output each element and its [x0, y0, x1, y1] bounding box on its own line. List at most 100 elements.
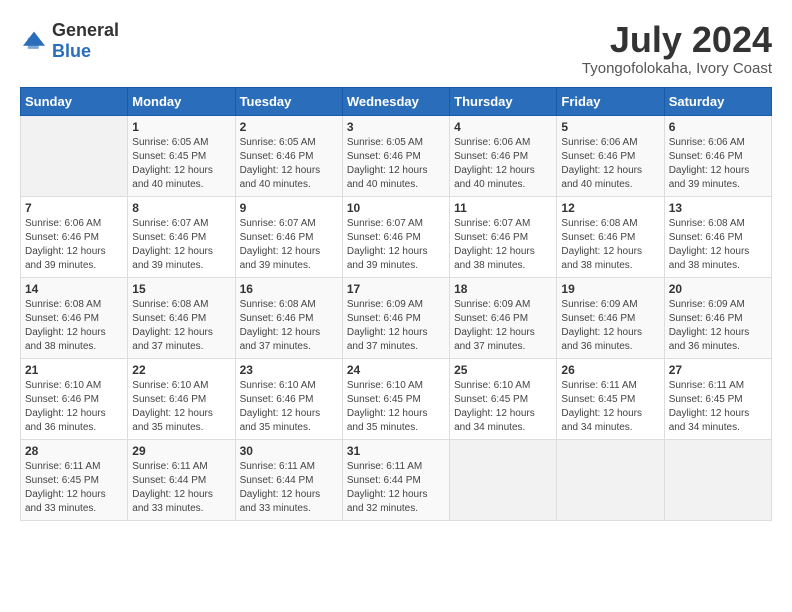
calendar-cell: 30Sunrise: 6:11 AMSunset: 6:44 PMDayligh… [235, 439, 342, 520]
calendar-cell: 24 Sunrise: 6:10 AMSunset: 6:45 PMDayligh… [342, 358, 449, 439]
day-info: Sunrise: 6:11 AMSunset: 6:44 PMDaylight:… [347, 460, 445, 516]
day-info: Sunrise: 6:06 AMSunset: 6:46 PMDaylight:… [561, 136, 659, 192]
day-info: Sunrise: 6:10 AMSunset: 6:46 PMDaylight:… [132, 379, 230, 435]
day-info: Sunrise: 6:08 AMSunset: 6:46 PMDaylight:… [132, 298, 230, 354]
day-number: 28 [25, 444, 123, 458]
calendar-cell: 20Sunrise: 6:09 AMSunset: 6:46 PMDayligh… [664, 277, 771, 358]
calendar-cell: 11 Sunrise: 6:07 AMSunset: 6:46 PMDayligh… [450, 196, 557, 277]
calendar-cell [450, 439, 557, 520]
calendar-cell: 17 Sunrise: 6:09 AMSunset: 6:46 PMDayligh… [342, 277, 449, 358]
day-number: 27 [669, 363, 767, 377]
page-header: General Blue July 2024 Tyongofolokaha, I… [20, 20, 772, 77]
calendar-cell: 27 Sunrise: 6:11 AMSunset: 6:45 PMDayligh… [664, 358, 771, 439]
header-friday: Friday [557, 87, 664, 115]
logo-text: General Blue [52, 20, 119, 62]
day-info: Sunrise: 6:11 AMSunset: 6:45 PMDaylight:… [561, 379, 659, 435]
calendar-week-4: 28 Sunrise: 6:11 AMSunset: 6:45 PMDayligh… [21, 439, 772, 520]
day-info: Sunrise: 6:08 AMSunset: 6:46 PMDaylight:… [240, 298, 338, 354]
calendar-body: 1Sunrise: 6:05 AMSunset: 6:45 PMDaylight… [21, 115, 772, 520]
day-number: 31 [347, 444, 445, 458]
calendar-cell: 22 Sunrise: 6:10 AMSunset: 6:46 PMDayligh… [128, 358, 235, 439]
day-info: Sunrise: 6:07 AMSunset: 6:46 PMDaylight:… [454, 217, 552, 273]
day-info: Sunrise: 6:06 AMSunset: 6:46 PMDaylight:… [25, 217, 123, 273]
calendar-cell: 2Sunrise: 6:05 AMSunset: 6:46 PMDaylight… [235, 115, 342, 196]
header-thursday: Thursday [450, 87, 557, 115]
day-number: 18 [454, 282, 552, 296]
day-info: Sunrise: 6:09 AMSunset: 6:46 PMDaylight:… [561, 298, 659, 354]
day-number: 2 [240, 120, 338, 134]
header-tuesday: Tuesday [235, 87, 342, 115]
day-number: 12 [561, 201, 659, 215]
day-number: 24 [347, 363, 445, 377]
day-number: 4 [454, 120, 552, 134]
calendar-cell: 9Sunrise: 6:07 AMSunset: 6:46 PMDaylight… [235, 196, 342, 277]
day-number: 5 [561, 120, 659, 134]
calendar-cell: 1Sunrise: 6:05 AMSunset: 6:45 PMDaylight… [128, 115, 235, 196]
day-info: Sunrise: 6:09 AMSunset: 6:46 PMDaylight:… [347, 298, 445, 354]
day-number: 22 [132, 363, 230, 377]
logo-general: General [52, 20, 119, 40]
day-info: Sunrise: 6:11 AMSunset: 6:44 PMDaylight:… [240, 460, 338, 516]
header-wednesday: Wednesday [342, 87, 449, 115]
calendar-cell: 15 Sunrise: 6:08 AMSunset: 6:46 PMDayligh… [128, 277, 235, 358]
day-info: Sunrise: 6:11 AMSunset: 6:45 PMDaylight:… [25, 460, 123, 516]
calendar-cell: 29Sunrise: 6:11 AMSunset: 6:44 PMDayligh… [128, 439, 235, 520]
calendar-cell: 13Sunrise: 6:08 AMSunset: 6:46 PMDayligh… [664, 196, 771, 277]
calendar-cell: 16Sunrise: 6:08 AMSunset: 6:46 PMDayligh… [235, 277, 342, 358]
day-info: Sunrise: 6:06 AMSunset: 6:46 PMDaylight:… [669, 136, 767, 192]
calendar-cell: 8Sunrise: 6:07 AMSunset: 6:46 PMDaylight… [128, 196, 235, 277]
logo-icon [20, 30, 48, 52]
calendar-cell: 12 Sunrise: 6:08 AMSunset: 6:46 PMDayligh… [557, 196, 664, 277]
day-number: 17 [347, 282, 445, 296]
header-row: Sunday Monday Tuesday Wednesday Thursday… [21, 87, 772, 115]
day-number: 25 [454, 363, 552, 377]
day-number: 10 [347, 201, 445, 215]
day-info: Sunrise: 6:10 AMSunset: 6:45 PMDaylight:… [347, 379, 445, 435]
calendar-cell: 6 Sunrise: 6:06 AMSunset: 6:46 PMDaylight… [664, 115, 771, 196]
day-number: 19 [561, 282, 659, 296]
day-info: Sunrise: 6:10 AMSunset: 6:46 PMDaylight:… [25, 379, 123, 435]
header-sunday: Sunday [21, 87, 128, 115]
logo: General Blue [20, 20, 119, 62]
calendar-cell: 7 Sunrise: 6:06 AMSunset: 6:46 PMDaylight… [21, 196, 128, 277]
calendar-cell: 10 Sunrise: 6:07 AMSunset: 6:46 PMDayligh… [342, 196, 449, 277]
day-number: 15 [132, 282, 230, 296]
day-number: 11 [454, 201, 552, 215]
calendar-cell [557, 439, 664, 520]
day-info: Sunrise: 6:06 AMSunset: 6:46 PMDaylight:… [454, 136, 552, 192]
day-number: 7 [25, 201, 123, 215]
day-info: Sunrise: 6:07 AMSunset: 6:46 PMDaylight:… [347, 217, 445, 273]
calendar-week-2: 14Sunrise: 6:08 AMSunset: 6:46 PMDayligh… [21, 277, 772, 358]
calendar-table: Sunday Monday Tuesday Wednesday Thursday… [20, 87, 772, 521]
day-number: 8 [132, 201, 230, 215]
calendar-cell: 25Sunrise: 6:10 AMSunset: 6:45 PMDayligh… [450, 358, 557, 439]
logo-blue: Blue [52, 41, 91, 61]
day-info: Sunrise: 6:07 AMSunset: 6:46 PMDaylight:… [240, 217, 338, 273]
day-info: Sunrise: 6:11 AMSunset: 6:44 PMDaylight:… [132, 460, 230, 516]
calendar-week-0: 1Sunrise: 6:05 AMSunset: 6:45 PMDaylight… [21, 115, 772, 196]
calendar-cell: 18Sunrise: 6:09 AMSunset: 6:46 PMDayligh… [450, 277, 557, 358]
header-saturday: Saturday [664, 87, 771, 115]
day-info: Sunrise: 6:08 AMSunset: 6:46 PMDaylight:… [25, 298, 123, 354]
day-info: Sunrise: 6:05 AMSunset: 6:46 PMDaylight:… [347, 136, 445, 192]
day-number: 26 [561, 363, 659, 377]
title-block: July 2024 Tyongofolokaha, Ivory Coast [582, 20, 772, 77]
day-number: 1 [132, 120, 230, 134]
day-number: 6 [669, 120, 767, 134]
calendar-cell: 14Sunrise: 6:08 AMSunset: 6:46 PMDayligh… [21, 277, 128, 358]
calendar-cell: 21 Sunrise: 6:10 AMSunset: 6:46 PMDayligh… [21, 358, 128, 439]
calendar-cell: 5 Sunrise: 6:06 AMSunset: 6:46 PMDaylight… [557, 115, 664, 196]
day-info: Sunrise: 6:10 AMSunset: 6:46 PMDaylight:… [240, 379, 338, 435]
calendar-cell: 3Sunrise: 6:05 AMSunset: 6:46 PMDaylight… [342, 115, 449, 196]
day-info: Sunrise: 6:08 AMSunset: 6:46 PMDaylight:… [561, 217, 659, 273]
day-info: Sunrise: 6:11 AMSunset: 6:45 PMDaylight:… [669, 379, 767, 435]
location-title: Tyongofolokaha, Ivory Coast [582, 60, 772, 77]
calendar-cell: 26 Sunrise: 6:11 AMSunset: 6:45 PMDayligh… [557, 358, 664, 439]
calendar-cell: 28 Sunrise: 6:11 AMSunset: 6:45 PMDayligh… [21, 439, 128, 520]
header-monday: Monday [128, 87, 235, 115]
day-number: 21 [25, 363, 123, 377]
calendar-cell: 31 Sunrise: 6:11 AMSunset: 6:44 PMDayligh… [342, 439, 449, 520]
day-info: Sunrise: 6:08 AMSunset: 6:46 PMDaylight:… [669, 217, 767, 273]
calendar-week-1: 7 Sunrise: 6:06 AMSunset: 6:46 PMDaylight… [21, 196, 772, 277]
calendar-cell: 4 Sunrise: 6:06 AMSunset: 6:46 PMDaylight… [450, 115, 557, 196]
